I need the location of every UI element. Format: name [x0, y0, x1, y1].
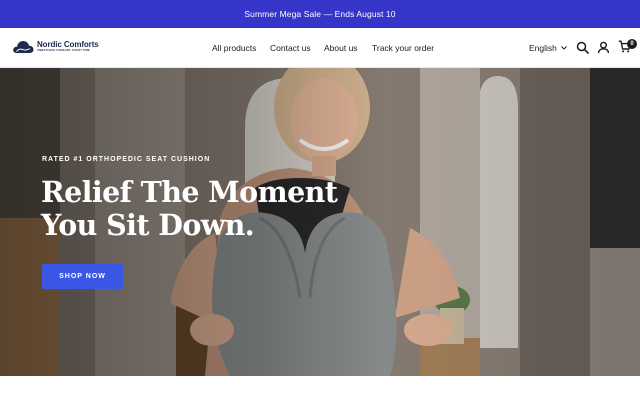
logo-name: Nordic Comforts — [37, 39, 99, 49]
site-header: Nordic Comforts UNMATCHED COMFORT, EVERY… — [0, 28, 640, 68]
announcement-bar: Summer Mega Sale — Ends August 10 — [0, 0, 640, 28]
shop-now-button[interactable]: SHOP NOW — [42, 264, 123, 289]
nav-all-products[interactable]: All products — [212, 43, 256, 53]
language-selector[interactable]: English — [529, 43, 567, 53]
search-icon[interactable] — [576, 41, 589, 54]
nav-track-order[interactable]: Track your order — [372, 43, 434, 53]
store-logo[interactable]: Nordic Comforts UNMATCHED COMFORT, EVERY… — [12, 40, 99, 54]
nav-about-us[interactable]: About us — [324, 43, 358, 53]
chevron-down-icon — [561, 46, 567, 50]
hero-eyebrow: RATED #1 ORTHOPEDIC SEAT CUSHION — [42, 156, 211, 163]
hero-headline: Relief The Moment You Sit Down. — [41, 175, 338, 242]
announcement-text: Summer Mega Sale — Ends August 10 — [244, 9, 396, 19]
hero-banner: RATED #1 ORTHOPEDIC SEAT CUSHION Relief … — [0, 68, 640, 376]
logo-tagline: UNMATCHED COMFORT, EVERY TIME — [37, 49, 90, 53]
cart-count-badge: 0 — [627, 39, 637, 49]
cloud-logo-icon — [13, 41, 34, 53]
language-label: English — [529, 43, 557, 53]
account-icon[interactable] — [597, 41, 610, 54]
nav-contact-us[interactable]: Contact us — [270, 43, 311, 53]
logo-wordmark: Nordic Comforts UNMATCHED COMFORT, EVERY… — [37, 39, 99, 53]
